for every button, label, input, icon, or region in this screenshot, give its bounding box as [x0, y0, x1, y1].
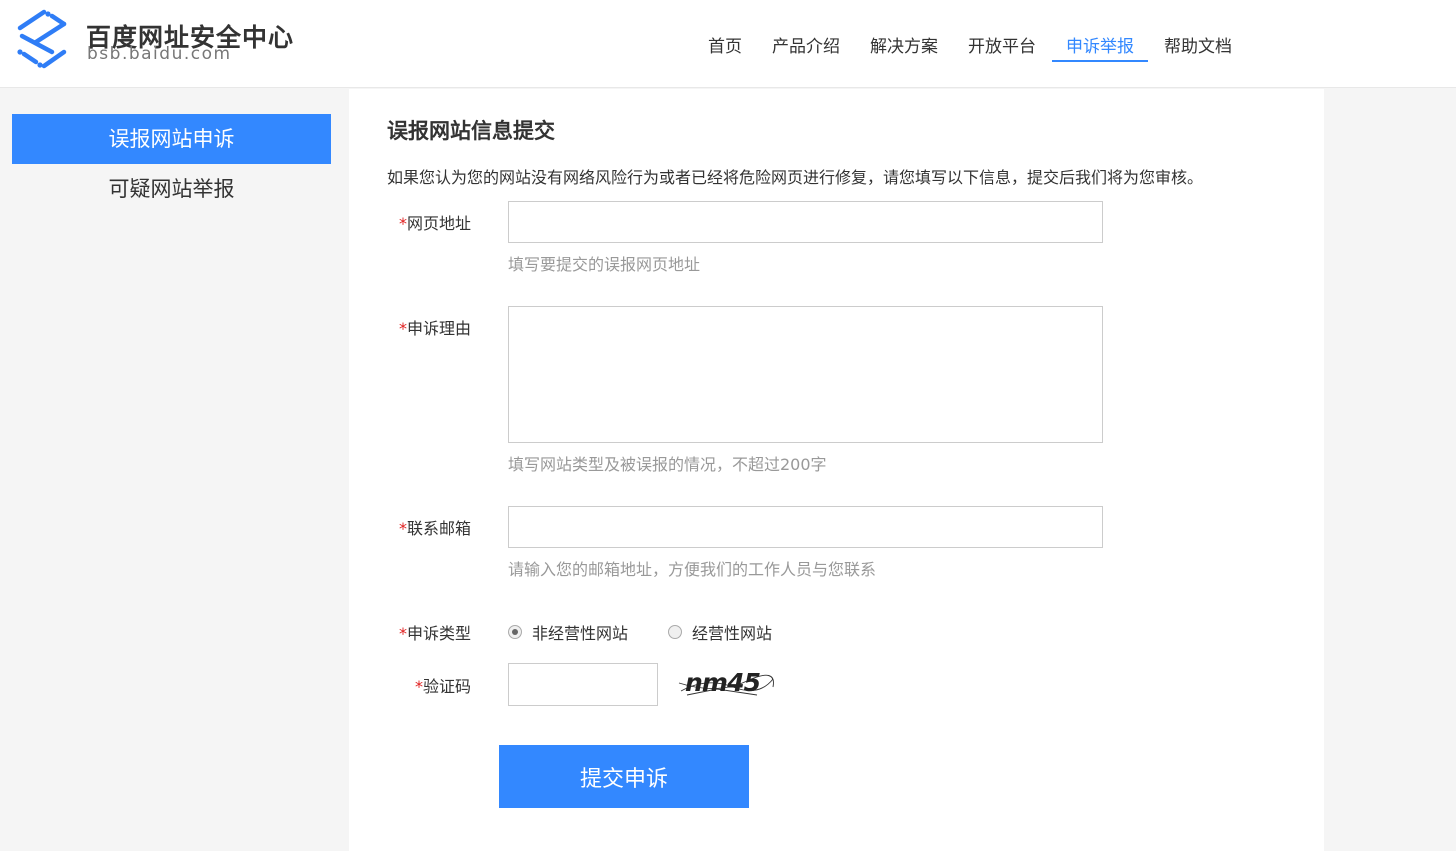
nav-solutions[interactable]: 解决方案	[856, 0, 952, 88]
submit-appeal-button[interactable]: 提交申诉	[499, 745, 749, 808]
url-input[interactable]	[508, 201, 1103, 243]
appeal-type-radio-group: 非经营性网站 经营性网站	[508, 620, 812, 644]
captcha-input[interactable]	[508, 663, 658, 706]
logo[interactable]: 百度网址安全中心 bsb.baidu.com	[14, 8, 314, 72]
captcha-text: nm45	[685, 668, 761, 697]
logo-subtitle: bsb.baidu.com	[87, 44, 232, 64]
email-label-text: 联系邮箱	[406, 519, 471, 538]
captcha-image[interactable]: nm45	[677, 665, 775, 701]
email-hint: 请输入您的邮箱地址，方便我们的工作人员与您联系	[508, 560, 877, 579]
url-label: *网页地址	[349, 210, 471, 234]
radio-unchecked-icon[interactable]	[668, 625, 683, 639]
radio-non-commercial[interactable]: 非经营性网站	[508, 620, 628, 644]
required-mark: *	[398, 624, 407, 643]
sidebar-item-false-positive-appeal[interactable]: 误报网站申诉	[12, 114, 331, 164]
reason-label: *申诉理由	[349, 315, 471, 339]
page-description: 如果您认为您的网站没有网络风险行为或者已经将危险网页进行修复，请您填写以下信息，…	[387, 168, 1204, 187]
page-title: 误报网站信息提交	[387, 119, 555, 143]
main-panel: 误报网站信息提交 如果您认为您的网站没有网络风险行为或者已经将危险网页进行修复，…	[349, 89, 1324, 851]
radio-checked-icon[interactable]	[508, 625, 522, 639]
email-input[interactable]	[508, 506, 1103, 548]
email-label: *联系邮箱	[349, 515, 471, 539]
radio-commercial-label: 经营性网站	[692, 624, 773, 643]
radio-non-commercial-label: 非经营性网站	[532, 624, 629, 643]
required-mark: *	[414, 677, 423, 696]
reason-label-text: 申诉理由	[406, 319, 471, 338]
top-nav: 首页 产品介绍 解决方案 开放平台 申诉举报 帮助文档	[694, 0, 1246, 88]
captcha-label: *验证码	[349, 673, 471, 697]
logo-icon	[17, 9, 67, 69]
nav-home[interactable]: 首页	[694, 0, 756, 88]
nav-products[interactable]: 产品介绍	[758, 0, 854, 88]
sidebar: 误报网站申诉 可疑网站举报	[12, 114, 331, 214]
header: 百度网址安全中心 bsb.baidu.com 首页 产品介绍 解决方案 开放平台…	[0, 0, 1456, 88]
nav-help-docs[interactable]: 帮助文档	[1150, 0, 1246, 88]
nav-open-platform[interactable]: 开放平台	[954, 0, 1050, 88]
required-mark: *	[398, 214, 407, 233]
url-hint: 填写要提交的误报网页地址	[508, 255, 701, 274]
captcha-label-text: 验证码	[422, 677, 471, 696]
reason-hint: 填写网站类型及被误报的情况，不超过200字	[508, 455, 827, 474]
radio-commercial[interactable]: 经营性网站	[668, 620, 772, 644]
sidebar-item-suspicious-report[interactable]: 可疑网站举报	[12, 164, 331, 214]
reason-textarea[interactable]	[508, 306, 1103, 443]
nav-appeal-report[interactable]: 申诉举报	[1052, 0, 1148, 88]
required-mark: *	[398, 519, 407, 538]
type-label-text: 申诉类型	[406, 624, 471, 643]
required-mark: *	[398, 319, 407, 338]
url-label-text: 网页地址	[406, 214, 471, 233]
type-label: *申诉类型	[349, 620, 471, 644]
